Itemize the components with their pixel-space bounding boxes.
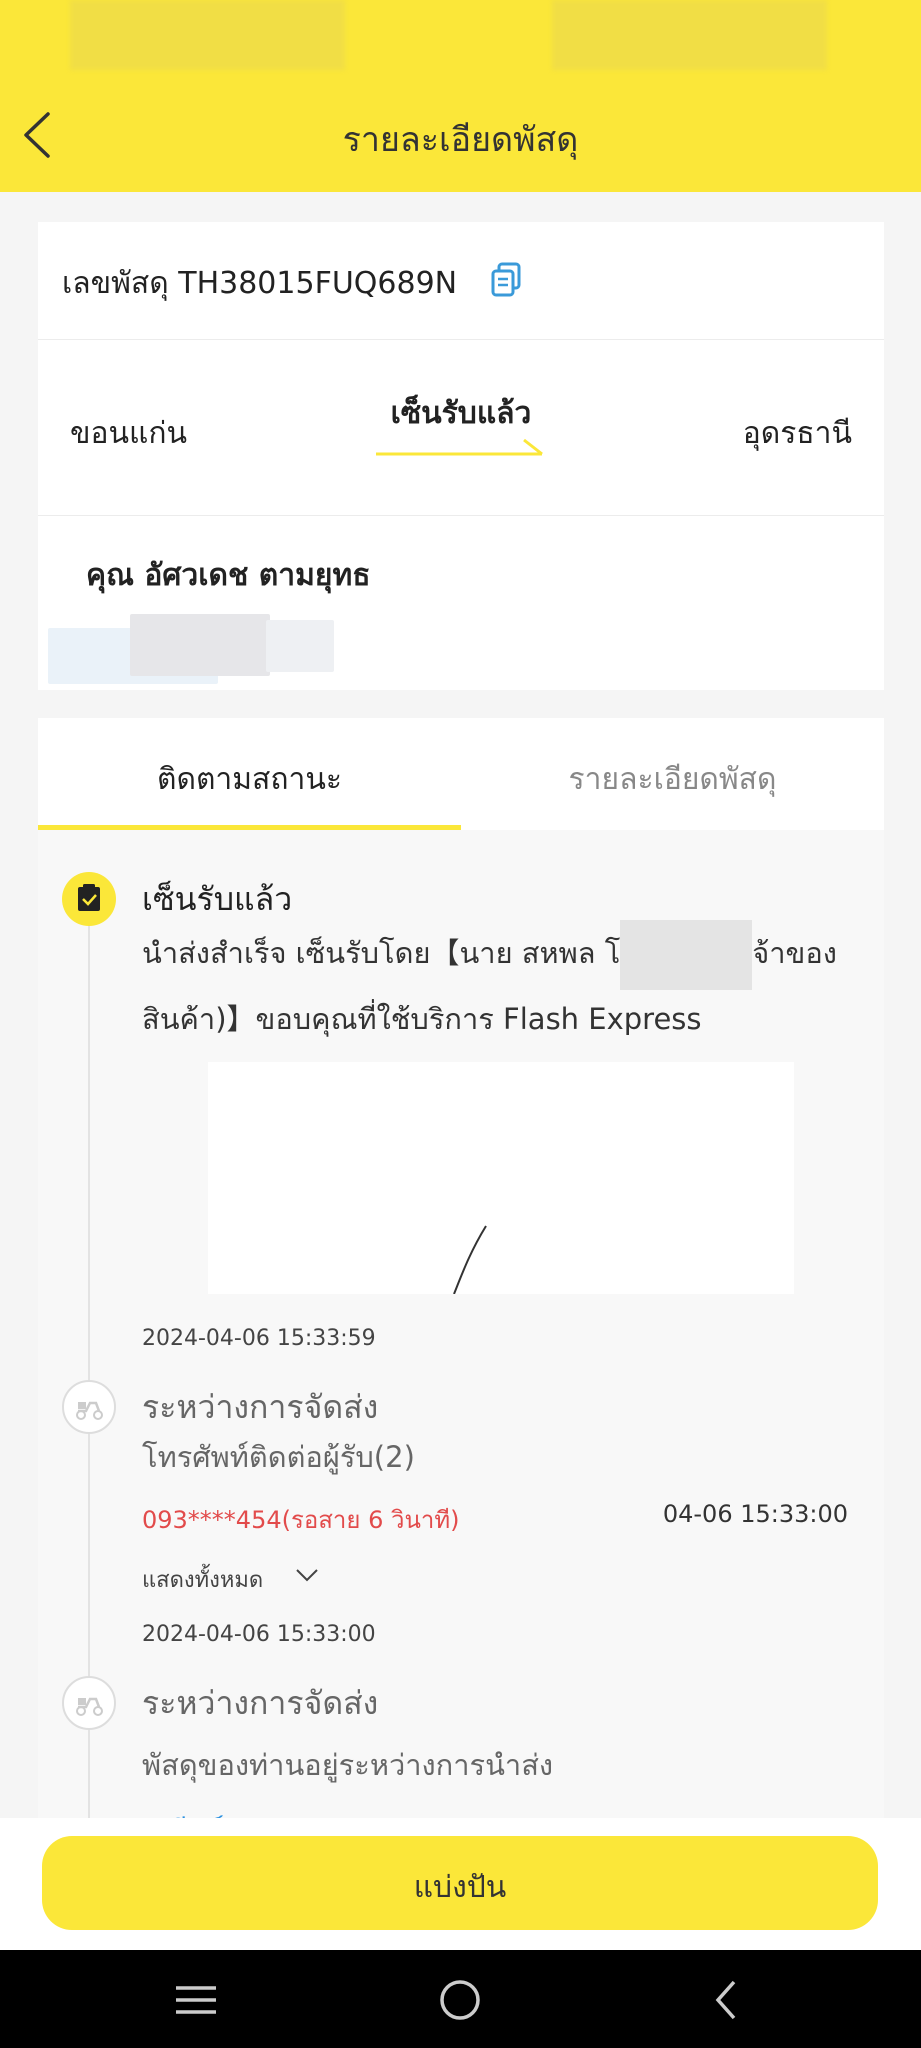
event-body-line: นำส่งสำเร็จ เซ็นรับโดย【นาย สหพล โ (142, 936, 621, 970)
signed-status-icon (62, 872, 116, 926)
page-title: รายละเอียดพัสดุ (342, 120, 579, 160)
detail-tabs: ติดตามสถานะ รายละเอียดพัสดุ (38, 718, 884, 830)
event-title: ระหว่างการจัดส่ง (142, 1684, 379, 1722)
event-time: 2024-04-06 15:33:00 (142, 1622, 376, 1647)
status-bar (0, 0, 921, 78)
tab-label: ติดตามสถานะ (156, 762, 342, 797)
redacted-name (620, 920, 753, 990)
event-title: ระหว่างการจัดส่ง (142, 1388, 379, 1426)
route-section: ขอนแก่น เซ็นรับแล้ว อุดรธานี (38, 340, 884, 516)
courier-phone-link[interactable]: ...ฮีสต์ 0937171133 (142, 1808, 418, 1818)
show-all-link[interactable]: แสดงทั้งหมด (142, 1562, 263, 1597)
app-header: รายละเอียดพัสดุ (0, 78, 921, 192)
route-arrow-icon (376, 438, 543, 456)
chevron-down-icon[interactable] (294, 1566, 320, 1584)
tab-parcel-details[interactable]: รายละเอียดพัสดุ (461, 718, 884, 830)
recipient-phone[interactable]: 093****454(รอสาย 6 วินาที) (142, 1500, 460, 1539)
status-bar-blur (70, 0, 345, 70)
redacted-address (266, 620, 334, 672)
bottom-action-bar: แบ่งปัน (0, 1818, 921, 1950)
parcel-card: เลขพัสดุ TH38015FUQ689N ขอนแก่น เซ็นรับแ… (38, 222, 884, 690)
event-title: เซ็นรับแล้ว (142, 880, 293, 918)
destination-city: อุดรธานี (742, 416, 852, 451)
tracking-row: เลขพัสดุ TH38015FUQ689N (38, 222, 884, 340)
tab-label: รายละเอียดพัสดุ (568, 762, 777, 797)
recent-apps-icon[interactable] (168, 1972, 224, 2028)
signature-image[interactable] (208, 1062, 794, 1295)
event-body: พัสดุของท่านอยู่ระหว่างการนำส่ง (142, 1748, 554, 1782)
event-time: 2024-04-06 15:33:59 (142, 1326, 376, 1351)
tab-track-status[interactable]: ติดตามสถานะ (38, 718, 461, 830)
system-nav-bar (0, 1950, 921, 2048)
status-timeline: เซ็นรับแล้ว นำส่งสำเร็จ เซ็นรับโดย【นาย ส… (38, 830, 884, 1818)
status-bar-blur (552, 0, 827, 70)
recipient-name: คุณ อัศวเดช ตามยุทธ (86, 558, 371, 593)
redacted-address (130, 614, 270, 676)
event-body: โทรศัพท์ติดต่อผู้รับ(2) (142, 1440, 415, 1474)
share-button[interactable]: แบ่งปัน (42, 1836, 878, 1930)
call-time: 04-06 15:33:00 (662, 1500, 848, 1528)
back-nav-icon[interactable] (700, 1972, 756, 2028)
tracking-number: เลขพัสดุ TH38015FUQ689N (62, 266, 458, 301)
event-body-line: จ้าของ (752, 936, 837, 970)
copy-icon[interactable] (490, 262, 522, 298)
scooter-icon (62, 1676, 116, 1730)
event-body-line: สินค้า)】ขอบคุณที่ใช้บริการ Flash Express (142, 1002, 702, 1036)
recipient-section: คุณ อัศวเดช ตามยุทธ (38, 516, 884, 690)
event-body: นำส่งสำเร็จ เซ็นรับโดย【นาย สหพล โจ้าของ … (142, 920, 837, 1048)
scooter-icon (62, 1380, 116, 1434)
home-icon[interactable] (432, 1972, 488, 2028)
